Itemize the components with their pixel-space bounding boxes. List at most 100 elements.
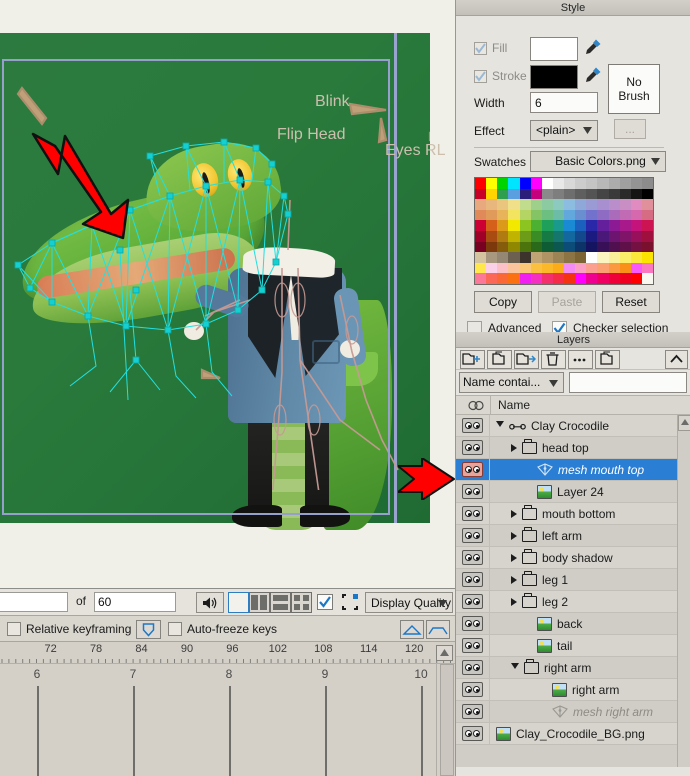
duplicate-layer-icon[interactable] (487, 350, 512, 369)
current-frame-input[interactable] (0, 592, 68, 612)
color-swatch[interactable] (541, 252, 553, 263)
color-swatch[interactable] (641, 220, 653, 231)
color-swatch[interactable] (586, 231, 598, 242)
color-swatch[interactable] (630, 209, 642, 221)
layer-visibility-cell[interactable] (456, 568, 490, 591)
color-swatch[interactable] (630, 199, 642, 210)
color-swatch[interactable] (586, 241, 598, 253)
color-swatch[interactable] (508, 188, 520, 200)
color-swatch[interactable] (508, 220, 520, 231)
layer-row[interactable]: body shadow (456, 546, 690, 569)
color-swatch[interactable] (486, 220, 498, 231)
color-swatch[interactable] (597, 241, 609, 253)
color-swatch[interactable] (575, 220, 587, 231)
color-swatch[interactable] (486, 241, 498, 253)
stroke-eyedropper-icon[interactable] (584, 66, 602, 84)
color-swatch[interactable] (641, 178, 653, 189)
color-swatch[interactable] (519, 178, 531, 189)
color-swatch[interactable] (586, 209, 598, 221)
color-swatch[interactable] (586, 252, 598, 263)
layer-row[interactable]: Layer 24 (456, 480, 690, 503)
eye-icon[interactable] (462, 572, 483, 587)
scroll-up-icon[interactable] (436, 645, 453, 661)
color-swatch[interactable] (475, 231, 487, 242)
color-swatch[interactable] (575, 273, 587, 284)
color-swatch[interactable] (497, 188, 509, 200)
color-swatch[interactable] (630, 231, 642, 242)
color-swatch[interactable] (586, 273, 598, 284)
color-swatch[interactable] (641, 199, 653, 210)
layer-scrollbar-thumb[interactable] (678, 415, 690, 431)
color-swatch[interactable] (519, 220, 531, 231)
color-swatch[interactable] (619, 262, 631, 274)
color-swatch[interactable] (541, 220, 553, 231)
color-swatch[interactable] (519, 262, 531, 274)
color-swatch[interactable] (608, 241, 620, 253)
group-layer-icon[interactable] (595, 350, 620, 369)
color-swatch[interactable] (530, 231, 542, 242)
color-swatch[interactable] (597, 188, 609, 200)
color-swatch[interactable] (508, 252, 520, 263)
color-swatch[interactable] (608, 231, 620, 242)
color-swatch[interactable] (552, 252, 564, 263)
color-swatch[interactable] (530, 209, 542, 221)
color-swatch[interactable] (608, 220, 620, 231)
eye-icon[interactable] (462, 660, 483, 675)
layer-row[interactable]: right arm (456, 656, 690, 679)
color-swatch[interactable] (564, 209, 576, 221)
color-swatch[interactable] (564, 231, 576, 242)
color-swatch[interactable] (619, 273, 631, 284)
color-swatch[interactable] (630, 220, 642, 231)
color-swatch[interactable] (597, 220, 609, 231)
color-swatch[interactable] (530, 241, 542, 253)
color-swatch[interactable] (608, 262, 620, 274)
color-swatch[interactable] (608, 188, 620, 200)
two-pane-horizontal-icon[interactable] (270, 592, 291, 613)
layer-visibility-cell[interactable] (456, 634, 490, 657)
color-swatch[interactable] (552, 209, 564, 221)
reset-button[interactable]: Reset (602, 291, 660, 313)
color-swatch[interactable] (630, 252, 642, 263)
ease-triangle-icon[interactable] (400, 620, 424, 639)
swatches-dropdown[interactable]: Basic Colors.png (530, 151, 666, 172)
color-swatch[interactable] (497, 241, 509, 253)
color-swatch[interactable] (552, 178, 564, 189)
eye-icon[interactable] (462, 638, 483, 653)
layer-visibility-cell[interactable] (456, 480, 490, 503)
color-swatch[interactable] (530, 199, 542, 210)
twisty-collapsed-icon[interactable] (511, 597, 517, 606)
color-swatch[interactable] (475, 178, 487, 189)
color-swatch[interactable] (519, 252, 531, 263)
twisty-collapsed-icon[interactable] (511, 553, 517, 562)
color-swatch[interactable] (597, 178, 609, 189)
eye-icon[interactable] (462, 550, 483, 565)
color-swatch[interactable] (541, 199, 553, 210)
color-swatch[interactable] (486, 273, 498, 284)
color-swatch[interactable] (552, 231, 564, 242)
color-swatch[interactable] (575, 252, 587, 263)
layer-list[interactable]: Clay Crocodile head top mesh mouth top Laye… (456, 415, 690, 767)
color-swatch[interactable] (541, 262, 553, 274)
layer-row[interactable]: mouth bottom (456, 502, 690, 525)
color-swatch[interactable] (564, 220, 576, 231)
two-pane-vertical-icon[interactable] (249, 592, 270, 613)
color-swatch[interactable] (641, 241, 653, 253)
more-options-icon[interactable] (568, 350, 593, 369)
layer-row[interactable]: right arm (456, 678, 690, 701)
color-swatch[interactable] (552, 273, 564, 284)
eye-icon[interactable] (462, 594, 483, 609)
color-swatch[interactable] (608, 209, 620, 221)
color-swatch[interactable] (586, 199, 598, 210)
relative-keyframing-checkbox[interactable] (7, 622, 21, 636)
color-swatch[interactable] (630, 188, 642, 200)
twisty-collapsed-icon[interactable] (511, 443, 517, 452)
color-swatch[interactable] (497, 252, 509, 263)
color-swatch[interactable] (608, 178, 620, 189)
color-swatch[interactable] (575, 262, 587, 274)
color-swatch[interactable] (641, 188, 653, 200)
color-swatch[interactable] (619, 220, 631, 231)
export-layer-icon[interactable] (514, 350, 539, 369)
color-swatch[interactable] (508, 273, 520, 284)
color-swatch[interactable] (630, 178, 642, 189)
eye-icon[interactable] (462, 462, 483, 477)
